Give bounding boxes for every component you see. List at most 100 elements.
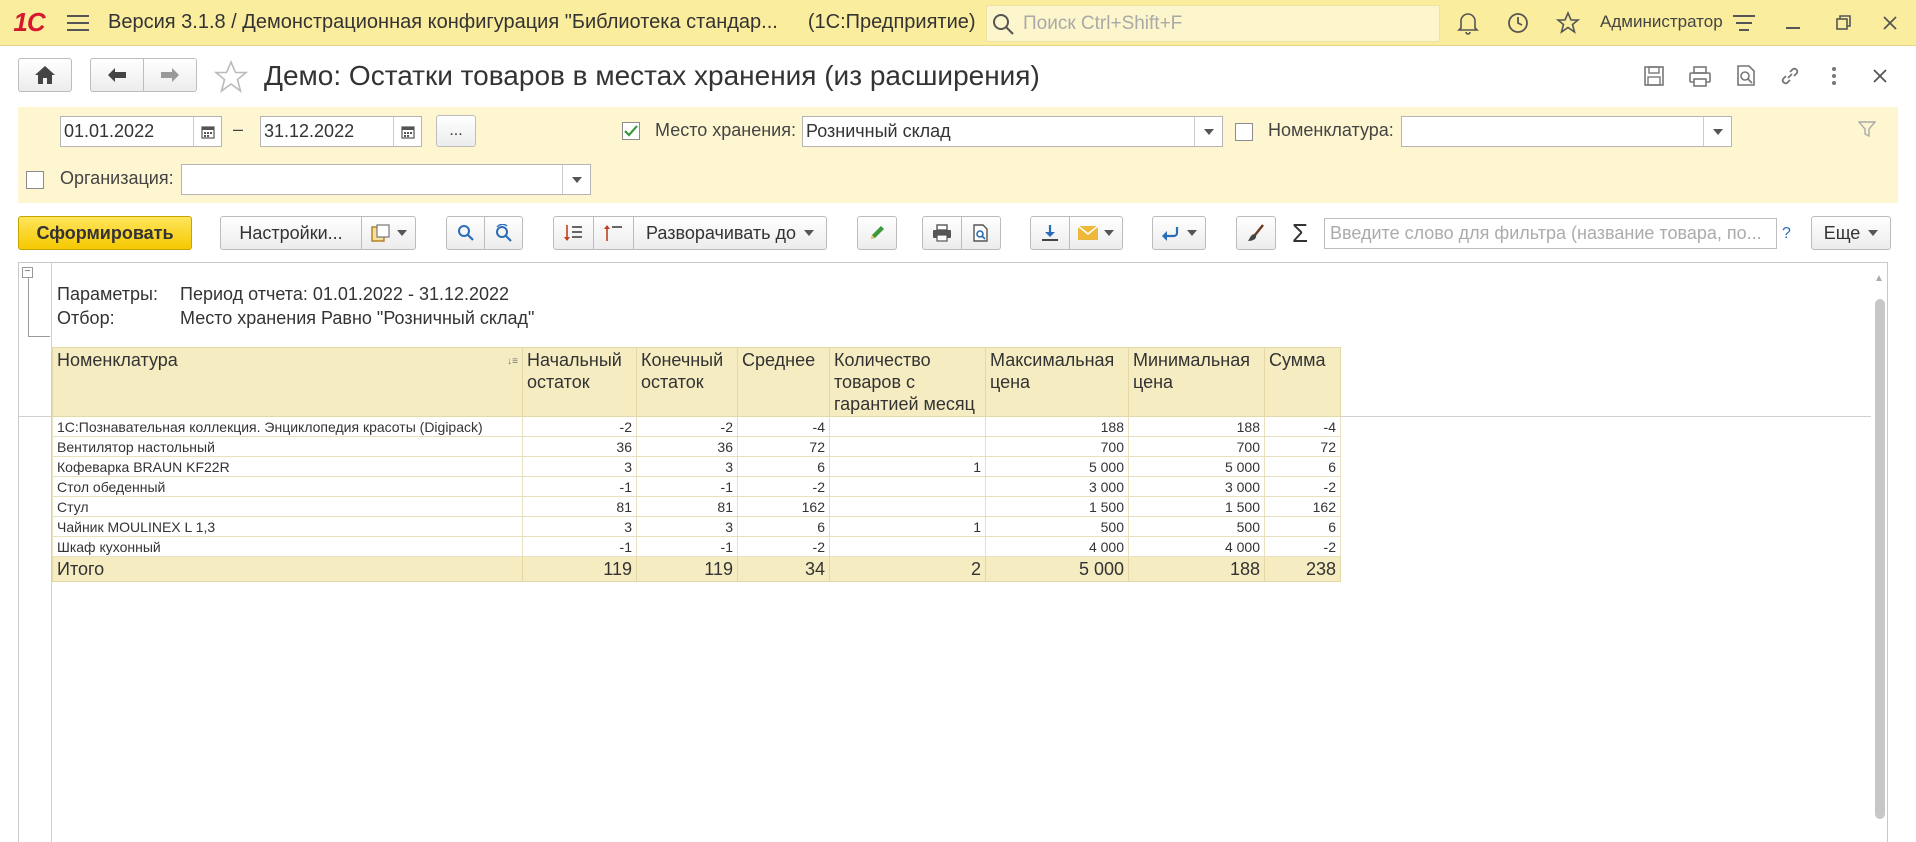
value-cell[interactable]: 5 000 <box>985 456 1129 477</box>
close-form-icon[interactable] <box>1864 60 1896 92</box>
send-email-button[interactable] <box>1069 216 1123 250</box>
value-cell[interactable]: 5 000 <box>985 556 1129 582</box>
storage-field[interactable]: Розничный склад <box>802 116 1223 147</box>
nomenclature-checkbox[interactable] <box>1235 123 1253 141</box>
value-cell[interactable]: 6 <box>1264 516 1341 537</box>
value-cell[interactable]: 119 <box>636 556 738 582</box>
column-header[interactable]: Конечный остаток <box>636 347 738 417</box>
table-row[interactable]: 1С:Познавательная коллекция. Энциклопеди… <box>52 416 1341 437</box>
value-cell[interactable]: 6 <box>1264 456 1341 477</box>
value-cell[interactable]: 1 <box>829 516 986 537</box>
value-cell[interactable]: 188 <box>1128 556 1265 582</box>
organization-checkbox[interactable] <box>26 171 44 189</box>
generate-button[interactable]: Сформировать <box>18 216 192 250</box>
home-button[interactable] <box>18 58 72 92</box>
close-window-icon[interactable] <box>1870 0 1910 45</box>
value-cell[interactable]: -1 <box>636 536 738 557</box>
value-cell[interactable]: -2 <box>522 416 637 437</box>
print-icon[interactable] <box>1684 60 1716 92</box>
total-row[interactable]: Итого 119 119 34 2 5 000 188 238 <box>52 556 1341 582</box>
chevron-down-icon[interactable] <box>1703 117 1731 146</box>
appearance-button[interactable] <box>1236 216 1276 250</box>
date-to-field[interactable]: 31.12.2022 <box>260 116 422 147</box>
value-cell[interactable]: 1 500 <box>985 496 1129 517</box>
value-cell[interactable]: 4 000 <box>985 536 1129 557</box>
value-cell[interactable]: -2 <box>636 416 738 437</box>
value-cell[interactable] <box>829 476 986 497</box>
preview-icon[interactable] <box>1730 60 1762 92</box>
value-cell[interactable]: 5 000 <box>1128 456 1265 477</box>
restore-icon[interactable] <box>1824 0 1864 45</box>
value-cell[interactable]: 2 <box>829 556 986 582</box>
calendar-icon[interactable] <box>193 117 221 146</box>
navigate-button[interactable] <box>1152 216 1206 250</box>
table-row[interactable]: Вентилятор настольный 36 36 72 700 700 72 <box>52 436 1341 457</box>
value-cell[interactable]: 6 <box>737 456 830 477</box>
value-cell[interactable]: -1 <box>522 476 637 497</box>
value-cell[interactable]: -1 <box>522 536 637 557</box>
minimize-icon[interactable] <box>1774 0 1814 45</box>
favorites-star-icon[interactable] <box>1548 0 1588 45</box>
collapse-all-button[interactable] <box>593 216 634 250</box>
value-cell[interactable]: -1 <box>636 476 738 497</box>
value-cell[interactable]: 188 <box>1128 416 1265 437</box>
value-cell[interactable]: 3 <box>636 516 738 537</box>
value-cell[interactable]: 3 <box>636 456 738 477</box>
storage-checkbox[interactable] <box>622 122 640 140</box>
nomenclature-field[interactable] <box>1401 116 1732 147</box>
vertical-scrollbar[interactable]: ▲ <box>1871 263 1887 842</box>
sum-icon[interactable]: Σ <box>1285 218 1315 248</box>
value-cell[interactable] <box>829 536 986 557</box>
column-header[interactable]: ↓≡ Номенклатура <box>52 347 523 417</box>
column-header[interactable]: Сумма <box>1264 347 1341 417</box>
value-cell[interactable]: 500 <box>1128 516 1265 537</box>
value-cell[interactable]: 119 <box>522 556 637 582</box>
value-cell[interactable]: 162 <box>737 496 830 517</box>
print-preview-button[interactable] <box>961 216 1001 250</box>
value-cell[interactable]: -2 <box>737 536 830 557</box>
value-cell[interactable]: -2 <box>1264 476 1341 497</box>
report-document[interactable]: − Параметры: Период отчета: 01.01.2022 -… <box>18 262 1888 842</box>
item-name-cell[interactable]: Стол обеденный <box>52 476 523 497</box>
column-header[interactable]: Максимальная цена <box>985 347 1129 417</box>
user-name[interactable]: Администратор <box>1600 12 1723 32</box>
value-cell[interactable]: 36 <box>522 436 637 457</box>
value-cell[interactable]: 1 500 <box>1128 496 1265 517</box>
history-icon[interactable] <box>1498 0 1538 45</box>
menu-icon[interactable] <box>58 0 98 45</box>
expand-to-dropdown[interactable]: Разворачивать до <box>633 216 827 250</box>
value-cell[interactable]: 700 <box>985 436 1129 457</box>
value-cell[interactable]: -4 <box>1264 416 1341 437</box>
settings-button[interactable]: Настройки... <box>220 216 362 250</box>
table-row[interactable]: Стол обеденный -1 -1 -2 3 000 3 000 -2 <box>52 476 1341 497</box>
value-cell[interactable]: 238 <box>1264 556 1341 582</box>
chevron-down-icon[interactable] <box>562 165 590 194</box>
print-button[interactable] <box>922 216 962 250</box>
item-name-cell[interactable]: Шкаф кухонный <box>52 536 523 557</box>
column-header[interactable]: Начальный остаток <box>522 347 637 417</box>
global-search-input[interactable]: Поиск Ctrl+Shift+F <box>986 5 1440 42</box>
column-header[interactable]: Количество товаров с гарантией месяц <box>829 347 986 417</box>
collapse-group-icon[interactable]: − <box>22 267 33 278</box>
value-cell[interactable] <box>829 436 986 457</box>
value-cell[interactable]: -2 <box>737 476 830 497</box>
item-name-cell[interactable]: Кофеварка BRAUN KF22R <box>52 456 523 477</box>
table-row[interactable]: Шкаф кухонный -1 -1 -2 4 000 4 000 -2 <box>52 536 1341 557</box>
value-cell[interactable]: 72 <box>737 436 830 457</box>
value-cell[interactable]: -4 <box>737 416 830 437</box>
help-link[interactable]: ? <box>1782 225 1791 243</box>
value-cell[interactable]: 3 000 <box>985 476 1129 497</box>
item-name-cell[interactable]: Чайник MOULINEX L 1,3 <box>52 516 523 537</box>
save-to-file-button[interactable] <box>1030 216 1070 250</box>
chevron-down-icon[interactable] <box>1194 117 1222 146</box>
bell-icon[interactable] <box>1448 0 1488 45</box>
value-cell[interactable]: 34 <box>737 556 830 582</box>
value-cell[interactable]: 3 000 <box>1128 476 1265 497</box>
save-icon[interactable] <box>1638 60 1670 92</box>
column-header[interactable]: Минимальная цена <box>1128 347 1265 417</box>
value-cell[interactable]: 6 <box>737 516 830 537</box>
value-cell[interactable]: 81 <box>522 496 637 517</box>
value-cell[interactable]: 3 <box>522 516 637 537</box>
value-cell[interactable]: 81 <box>636 496 738 517</box>
value-cell[interactable] <box>829 496 986 517</box>
